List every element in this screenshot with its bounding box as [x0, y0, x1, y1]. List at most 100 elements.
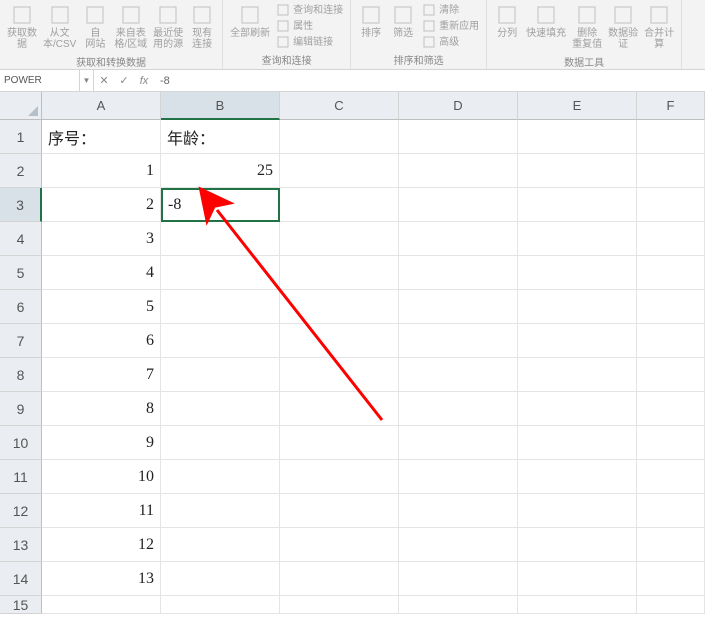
cell-C15[interactable]	[280, 596, 399, 614]
cell-C14[interactable]	[280, 562, 399, 596]
cell-E15[interactable]	[518, 596, 637, 614]
cell-A11[interactable]: 10	[42, 460, 161, 494]
column-header-F[interactable]: F	[637, 92, 705, 120]
row-header-15[interactable]: 15	[0, 596, 42, 614]
cell-A6[interactable]: 5	[42, 290, 161, 324]
cell-D15[interactable]	[399, 596, 518, 614]
column-header-B[interactable]: B	[161, 92, 280, 120]
cell-E12[interactable]	[518, 494, 637, 528]
cell-C5[interactable]	[280, 256, 399, 290]
cell-A3[interactable]: 2	[42, 188, 161, 222]
cell-C6[interactable]	[280, 290, 399, 324]
cell-E9[interactable]	[518, 392, 637, 426]
text-to-cols-button[interactable]: 分列	[491, 2, 523, 41]
cell-F5[interactable]	[637, 256, 705, 290]
row-header-10[interactable]: 10	[0, 426, 42, 460]
cell-C4[interactable]	[280, 222, 399, 256]
flash-fill-button[interactable]: 快速填充	[523, 2, 569, 41]
cell-B8[interactable]	[161, 358, 280, 392]
cancel-edit-button[interactable]: ✕	[94, 74, 114, 87]
clear-filter-button[interactable]: 清除	[419, 2, 482, 18]
cell-C3[interactable]	[280, 188, 399, 222]
cell-D7[interactable]	[399, 324, 518, 358]
cell-F7[interactable]	[637, 324, 705, 358]
confirm-edit-button[interactable]: ✓	[114, 74, 134, 87]
cell-A9[interactable]: 8	[42, 392, 161, 426]
cell-B15[interactable]	[161, 596, 280, 614]
row-header-11[interactable]: 11	[0, 460, 42, 494]
cell-A15[interactable]	[42, 596, 161, 614]
cell-D11[interactable]	[399, 460, 518, 494]
cell-B9[interactable]	[161, 392, 280, 426]
cell-B7[interactable]	[161, 324, 280, 358]
row-header-6[interactable]: 6	[0, 290, 42, 324]
cell-D12[interactable]	[399, 494, 518, 528]
column-header-E[interactable]: E	[518, 92, 637, 120]
row-header-7[interactable]: 7	[0, 324, 42, 358]
insert-function-button[interactable]: fx	[134, 75, 154, 87]
queries-conn-button[interactable]: 查询和连接	[273, 2, 346, 18]
cell-F2[interactable]	[637, 154, 705, 188]
cell-E14[interactable]	[518, 562, 637, 596]
cell-A12[interactable]: 11	[42, 494, 161, 528]
cell-C9[interactable]	[280, 392, 399, 426]
filter-button[interactable]: 筛选	[387, 2, 419, 41]
cell-E13[interactable]	[518, 528, 637, 562]
from-table-range-button[interactable]: 来自表 格/区域	[111, 2, 150, 52]
cell-C8[interactable]	[280, 358, 399, 392]
cell-B2[interactable]: 25	[161, 154, 280, 188]
existing-conn-button[interactable]: 现有 连接	[186, 2, 218, 52]
cell-B10[interactable]	[161, 426, 280, 460]
select-all-corner[interactable]	[0, 92, 42, 120]
name-box-dropdown[interactable]: ▼	[80, 70, 94, 91]
cell-C12[interactable]	[280, 494, 399, 528]
formula-input[interactable]: -8	[154, 75, 705, 87]
cell-F1[interactable]	[637, 120, 705, 154]
cell-E8[interactable]	[518, 358, 637, 392]
cell-F6[interactable]	[637, 290, 705, 324]
row-header-2[interactable]: 2	[0, 154, 42, 188]
cell-C11[interactable]	[280, 460, 399, 494]
cell-D14[interactable]	[399, 562, 518, 596]
recent-sources-button[interactable]: 最近使 用的源	[150, 2, 186, 52]
cell-D9[interactable]	[399, 392, 518, 426]
cell-F14[interactable]	[637, 562, 705, 596]
cell-C13[interactable]	[280, 528, 399, 562]
cell-F12[interactable]	[637, 494, 705, 528]
cell-B3[interactable]: -8	[161, 188, 280, 222]
cell-A1[interactable]: 序号：	[42, 120, 161, 154]
cell-F4[interactable]	[637, 222, 705, 256]
cell-D3[interactable]	[399, 188, 518, 222]
advanced-button[interactable]: 高级	[419, 34, 482, 50]
cell-A10[interactable]: 9	[42, 426, 161, 460]
cell-D1[interactable]	[399, 120, 518, 154]
cell-C7[interactable]	[280, 324, 399, 358]
cell-A13[interactable]: 12	[42, 528, 161, 562]
cell-E7[interactable]	[518, 324, 637, 358]
row-header-14[interactable]: 14	[0, 562, 42, 596]
name-box[interactable]: POWER	[0, 70, 80, 91]
cell-B6[interactable]	[161, 290, 280, 324]
cell-E11[interactable]	[518, 460, 637, 494]
row-header-3[interactable]: 3	[0, 188, 42, 222]
row-header-5[interactable]: 5	[0, 256, 42, 290]
cell-F10[interactable]	[637, 426, 705, 460]
get-data-button[interactable]: 获取数 据	[4, 2, 40, 52]
cell-D8[interactable]	[399, 358, 518, 392]
remove-dup-button[interactable]: 删除 重复值	[569, 2, 605, 52]
sort-button[interactable]: 排序	[355, 2, 387, 41]
cell-C2[interactable]	[280, 154, 399, 188]
cell-A7[interactable]: 6	[42, 324, 161, 358]
cell-E2[interactable]	[518, 154, 637, 188]
cell-C1[interactable]	[280, 120, 399, 154]
cell-A8[interactable]: 7	[42, 358, 161, 392]
column-header-A[interactable]: A	[42, 92, 161, 120]
cell-B12[interactable]	[161, 494, 280, 528]
cell-E6[interactable]	[518, 290, 637, 324]
row-header-13[interactable]: 13	[0, 528, 42, 562]
cell-A2[interactable]: 1	[42, 154, 161, 188]
properties-button[interactable]: 属性	[273, 18, 346, 34]
from-web-button[interactable]: 自 网站	[79, 2, 111, 52]
data-valid-button[interactable]: 数据验 证	[605, 2, 641, 52]
cell-D6[interactable]	[399, 290, 518, 324]
